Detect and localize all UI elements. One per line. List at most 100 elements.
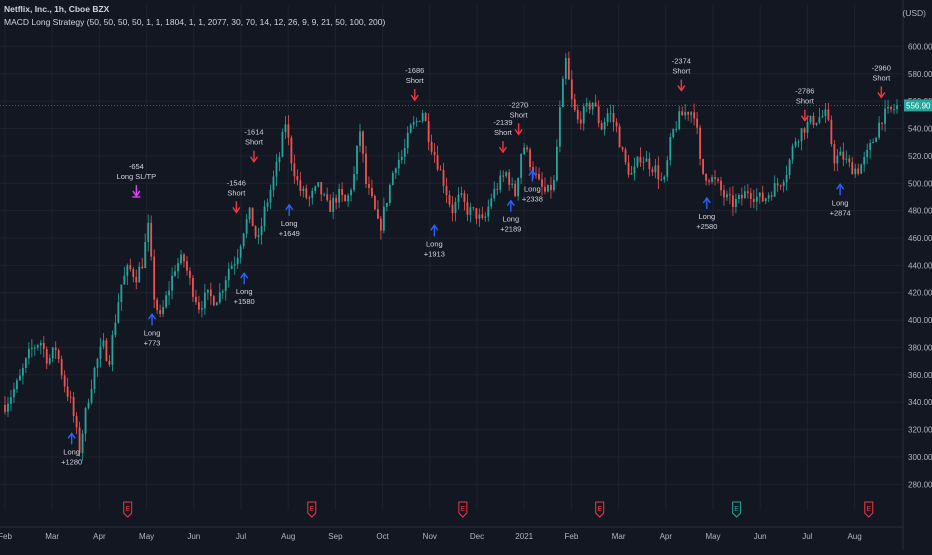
candle-body (356, 145, 358, 174)
candle-body (353, 173, 355, 190)
candle-body (108, 360, 111, 365)
symbol-title[interactable]: Netflix, Inc., 1h, Cboe BZX (4, 4, 109, 14)
long-signal-label: +1913 (424, 249, 445, 258)
candle-body (547, 184, 549, 192)
candle-body (791, 146, 794, 160)
candle-body (851, 162, 854, 175)
currency-label[interactable]: (USD) (902, 8, 926, 18)
candle-body (359, 131, 361, 146)
y-tick-label: 440.00 (908, 261, 932, 270)
long-signal-label: Long (832, 198, 849, 207)
candle-body (454, 202, 457, 214)
candle-body (520, 154, 523, 178)
candle-body (893, 109, 895, 111)
candle-body (570, 79, 573, 100)
x-tick-label: Oct (376, 532, 389, 541)
candle-body (788, 159, 791, 175)
candle-body (863, 156, 866, 165)
x-tick-label: Nov (423, 532, 437, 541)
candle-body (579, 119, 582, 124)
candle-body (305, 188, 308, 198)
candle-body (827, 109, 830, 120)
candle-body (752, 198, 755, 202)
short-signal-label: Short (796, 97, 815, 106)
x-tick-label: Dec (470, 532, 484, 541)
candle-body (236, 257, 239, 265)
earnings-letter: E (597, 506, 602, 513)
candle-body (642, 161, 645, 163)
candle-body (466, 202, 469, 215)
candle-body (803, 128, 806, 133)
candle-body (51, 347, 54, 359)
chart-root[interactable]: Long +1280 -654 Long SL/TP Long +773 -1546 Shor… (0, 0, 932, 550)
candle-body (627, 162, 630, 175)
candle-body (245, 219, 248, 234)
candle-body (591, 102, 594, 110)
candle-body (275, 162, 278, 177)
candle-body (597, 106, 600, 124)
candle-body (39, 342, 42, 346)
candle-body (553, 180, 555, 191)
y-tick-label: 340.00 (908, 398, 932, 407)
candle-body (189, 270, 191, 278)
candle-body (332, 197, 335, 212)
candle-body (314, 186, 317, 191)
short-signal-label: Short (672, 67, 691, 76)
candle-body (24, 358, 27, 368)
candle-body (887, 106, 889, 109)
candle-body (684, 111, 687, 116)
candle-body (371, 187, 373, 197)
candle-body (830, 119, 833, 145)
candle-body (215, 302, 218, 306)
indicator-legend[interactable]: MACD Long Strategy (50, 50, 50, 50, 1, 1… (4, 17, 385, 27)
candle-body (705, 173, 707, 181)
y-tick-label: 280.00 (908, 480, 932, 489)
candle-body (529, 149, 531, 168)
x-tick-label: Jul (236, 532, 246, 541)
exit-signal-label: -654 (129, 162, 144, 171)
candle-body (141, 266, 144, 268)
candle-body (230, 265, 233, 269)
candle-body (382, 206, 385, 231)
candle-body (448, 195, 451, 205)
candle-body (195, 296, 197, 303)
candle-body (600, 123, 603, 130)
candle-body (806, 122, 809, 133)
candle-body (296, 176, 299, 181)
price-chart[interactable]: Long+1280-654Long SL/TPLong+773-1546Shor… (0, 0, 932, 550)
x-tick-label: May (139, 532, 154, 541)
candle-body (114, 322, 117, 336)
candle-body (105, 340, 108, 361)
long-signal-label: +2874 (830, 208, 851, 217)
candle-body (350, 189, 352, 196)
candle-body (4, 404, 6, 412)
candle-body (269, 189, 272, 203)
candle-body (854, 168, 857, 175)
y-tick-label: 420.00 (908, 289, 932, 298)
candle-body (171, 275, 173, 291)
candle-body (374, 196, 376, 210)
candle-body (341, 189, 344, 196)
y-tick-label: 600.00 (908, 42, 932, 51)
candle-body (746, 191, 749, 194)
short-signal-label: -2139 (493, 118, 512, 127)
candle-body (203, 292, 206, 309)
earnings-letter: E (866, 506, 871, 513)
candle-body (13, 389, 15, 398)
x-tick-label: Mar (612, 532, 626, 541)
earnings-letter: E (309, 506, 314, 513)
candle-body (81, 433, 84, 453)
candle-body (329, 200, 332, 212)
candle-body (714, 177, 716, 179)
candle-body (93, 367, 96, 390)
candle-body (7, 403, 9, 412)
short-signal-label: -2960 (872, 63, 891, 72)
candle-body (809, 115, 812, 123)
candle-body (550, 184, 552, 191)
candle-body (99, 346, 102, 359)
candle-body (508, 172, 511, 185)
candle-body (708, 180, 710, 182)
candle-body (678, 111, 681, 130)
candle-body (723, 190, 725, 198)
candle-body (663, 176, 666, 180)
